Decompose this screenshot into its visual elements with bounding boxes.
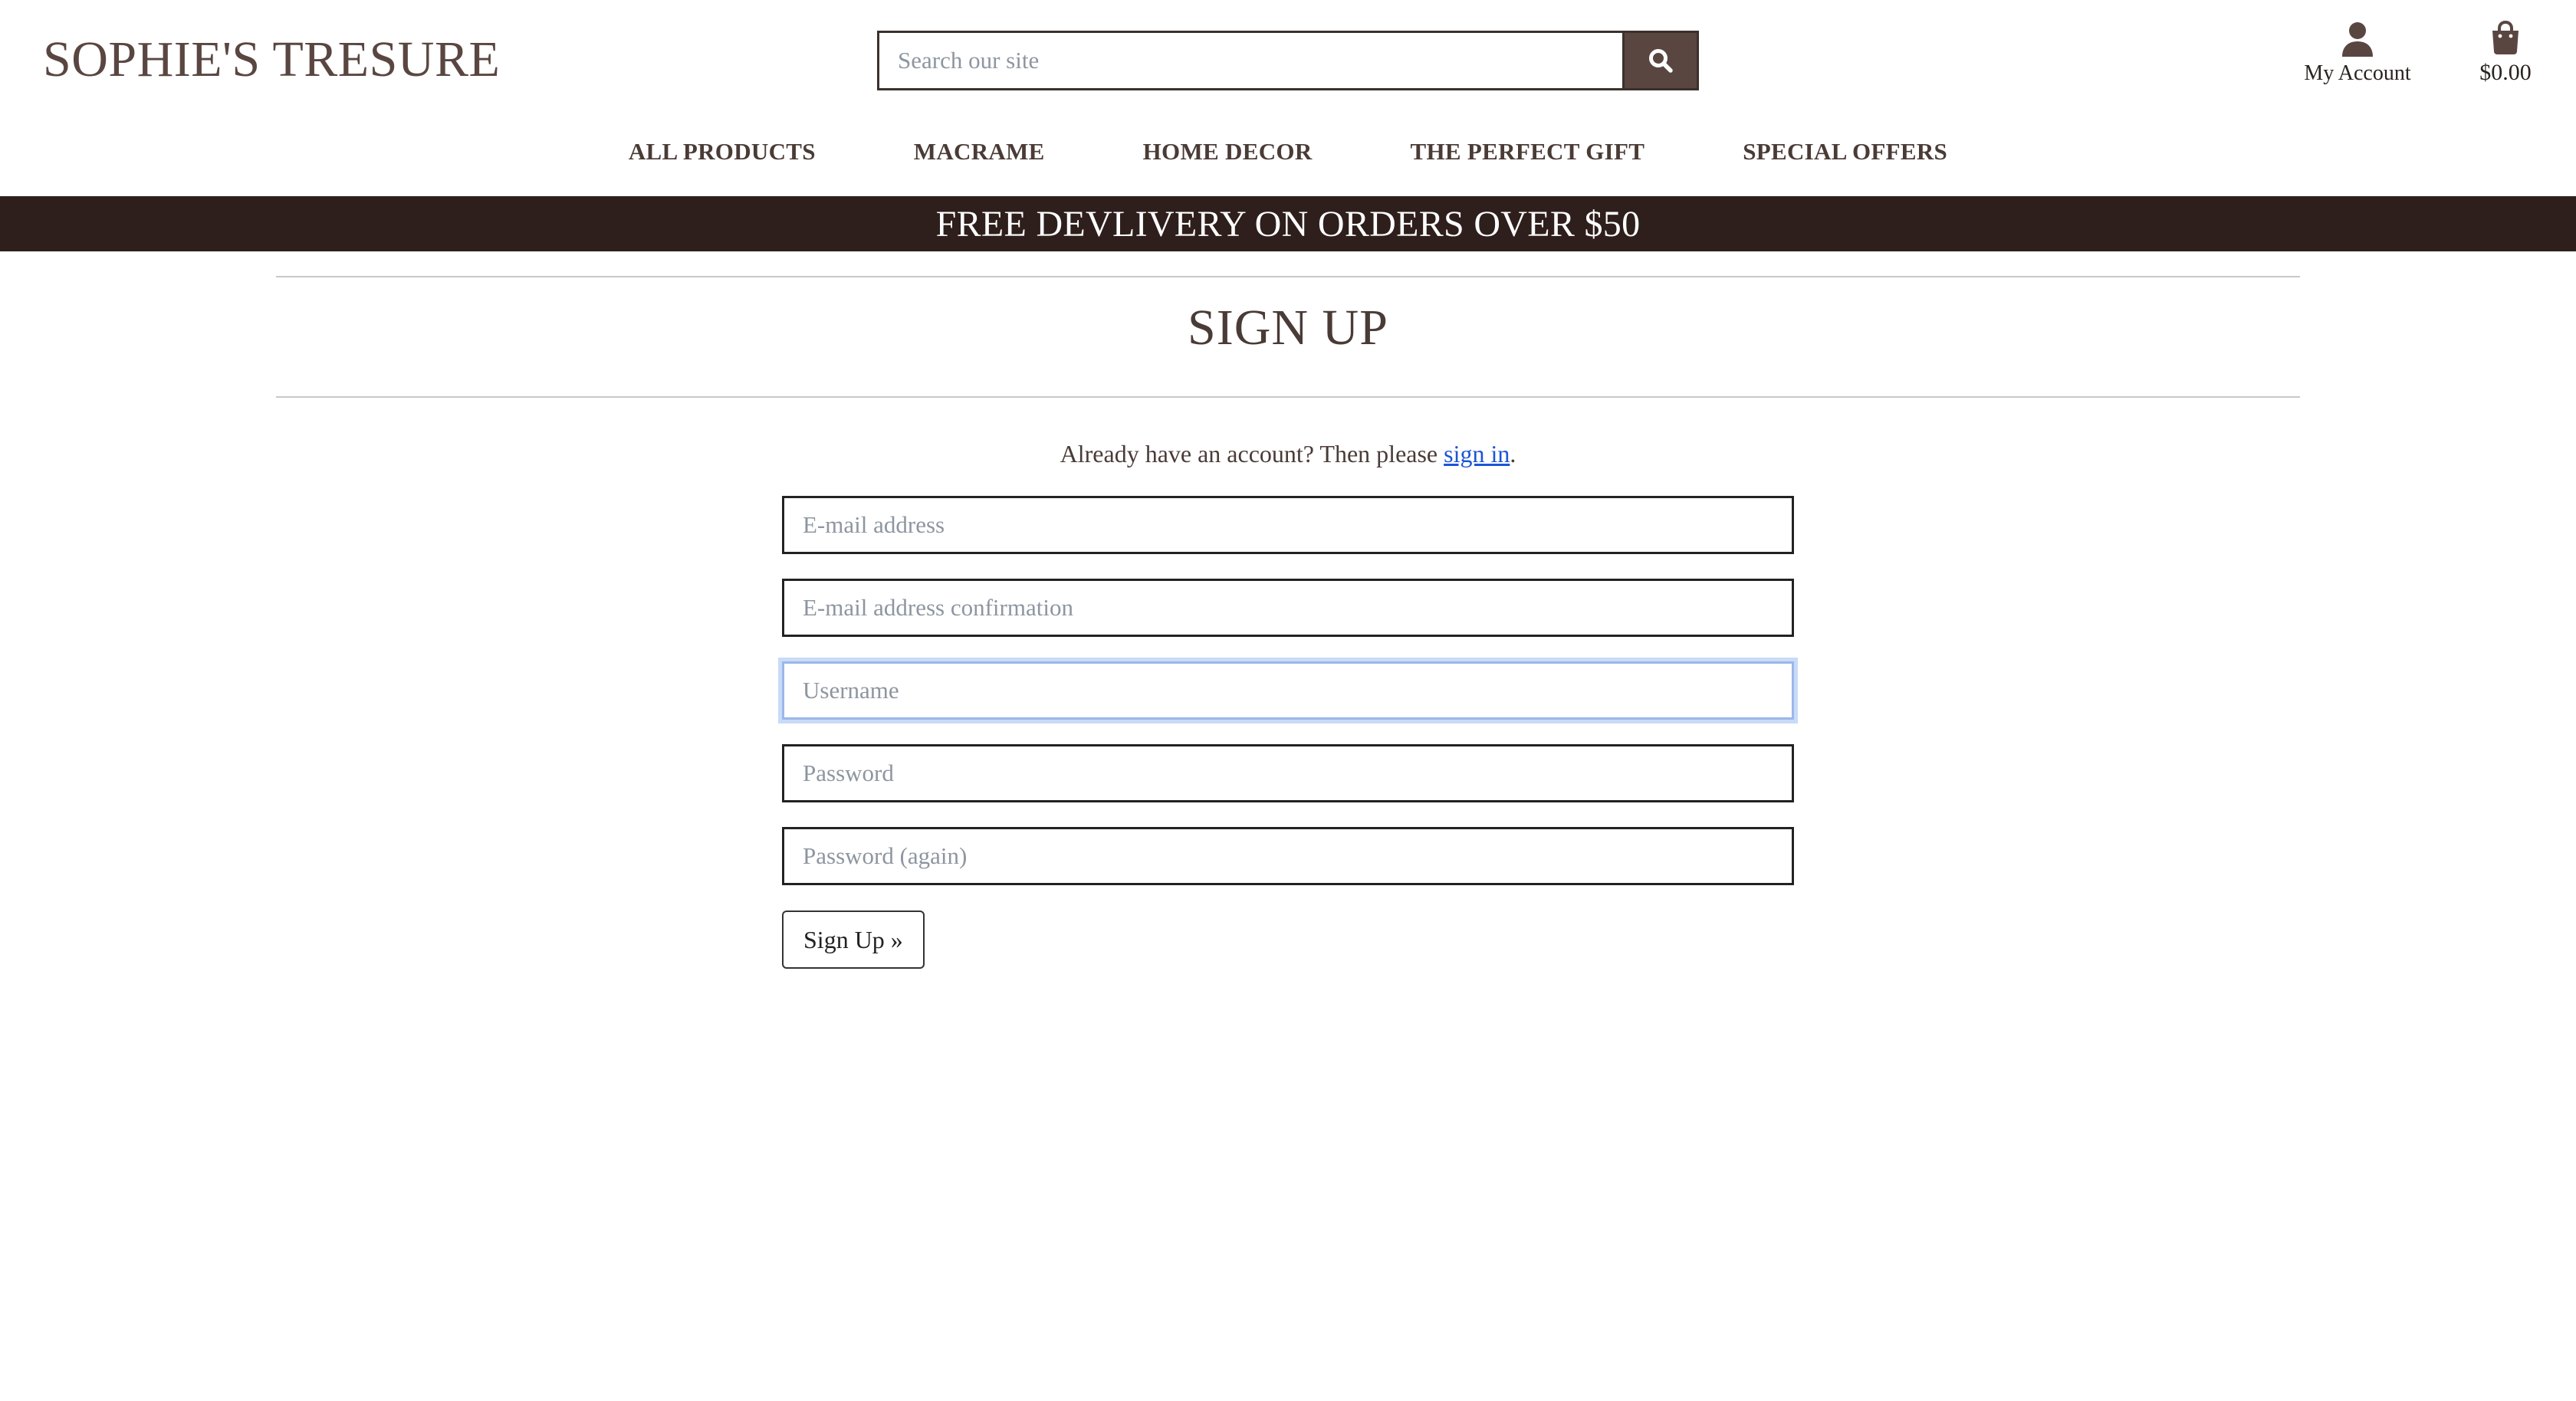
- search-form: [877, 31, 1699, 90]
- email-confirmation-field[interactable]: [782, 579, 1794, 637]
- nav-item-special-offers[interactable]: SPECIAL OFFERS: [1743, 138, 1947, 166]
- shopping-bag-icon: [2492, 20, 2518, 54]
- password-field[interactable]: [782, 744, 1794, 802]
- my-account-label: My Account: [2304, 61, 2411, 85]
- search-input[interactable]: [877, 31, 1622, 90]
- main-nav: ALL PRODUCTS MACRAME HOME DECOR THE PERF…: [0, 130, 2576, 173]
- delivery-banner: FREE DEVLIVERY ON ORDERS OVER $50: [0, 196, 2576, 251]
- sign-up-button[interactable]: Sign Up »: [782, 910, 925, 969]
- divider: [276, 396, 2300, 398]
- cart-link[interactable]: $0.00: [2461, 20, 2550, 94]
- email-field[interactable]: [782, 496, 1794, 554]
- site-logo[interactable]: SOPHIE'S TRESURE: [43, 28, 500, 92]
- page-title: SIGN UP: [1188, 300, 1388, 356]
- signin-prompt-text: Already have an account? Then please: [1060, 440, 1444, 468]
- signin-prompt-end: .: [1510, 440, 1516, 468]
- username-field[interactable]: [782, 661, 1794, 720]
- divider: [276, 276, 2300, 277]
- search-button[interactable]: [1622, 31, 1699, 90]
- nav-item-all-products[interactable]: ALL PRODUCTS: [629, 138, 816, 166]
- user-icon: [2342, 22, 2373, 57]
- cart-total: $0.00: [2479, 60, 2532, 85]
- my-account-link[interactable]: My Account: [2292, 21, 2423, 95]
- signin-prompt: Already have an account? Then please sig…: [0, 437, 2576, 471]
- search-icon: [1649, 49, 1673, 73]
- nav-item-the-perfect-gift[interactable]: THE PERFECT GIFT: [1411, 138, 1645, 166]
- nav-item-home-decor[interactable]: HOME DECOR: [1143, 138, 1313, 166]
- signin-link[interactable]: sign in: [1444, 440, 1510, 468]
- password-again-field[interactable]: [782, 827, 1794, 885]
- delivery-banner-text: FREE DEVLIVERY ON ORDERS OVER $50: [935, 203, 1641, 244]
- nav-item-macrame[interactable]: MACRAME: [914, 138, 1045, 166]
